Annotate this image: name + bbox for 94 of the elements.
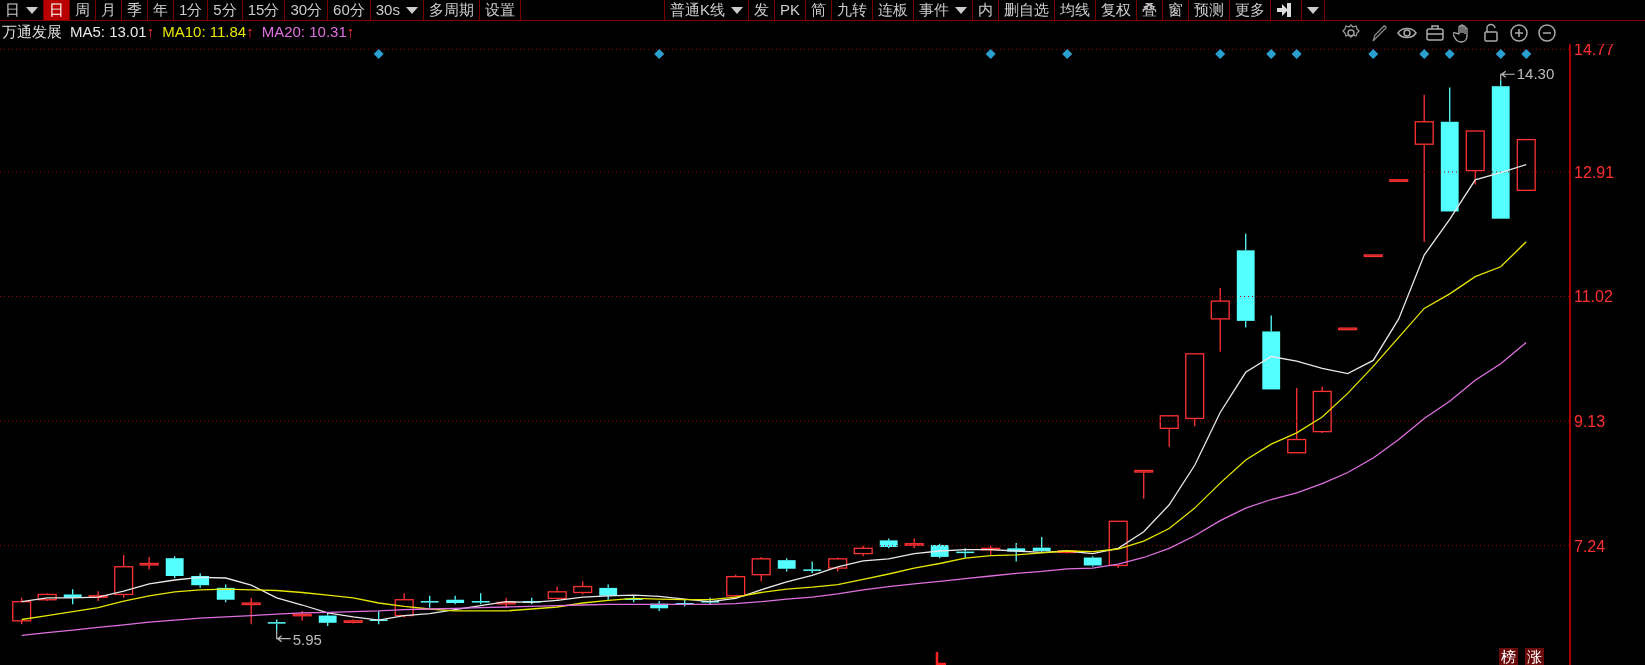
indicator-value: : 10.31 <box>300 22 347 43</box>
stock-name: 万通发展 <box>2 22 62 43</box>
candlestick <box>751 556 771 582</box>
indicator-name: MA20 <box>261 22 301 43</box>
candlestick <box>930 543 949 559</box>
event-marker-icon[interactable] <box>985 49 996 59</box>
event-marker-icon[interactable] <box>1266 49 1277 59</box>
candlestick <box>1465 130 1485 186</box>
candlestick <box>701 597 720 605</box>
candlestick <box>216 583 235 603</box>
candlestick <box>292 610 312 622</box>
zoom-out-icon[interactable] <box>1537 22 1557 43</box>
zoom-in-icon[interactable] <box>1509 22 1529 43</box>
lock-icon[interactable] <box>1481 22 1501 43</box>
candlestick <box>420 595 439 609</box>
price-annotation: 14.30 <box>1516 65 1555 83</box>
candlestick <box>369 610 388 625</box>
candlestick <box>1210 287 1230 353</box>
candlestick <box>471 592 490 605</box>
tag-label[interactable]: 榜 <box>1499 648 1518 665</box>
arrow-icon: ↑ <box>346 21 355 44</box>
candlestick <box>165 555 184 579</box>
candlestick <box>139 556 159 571</box>
event-marker-icon[interactable] <box>1215 49 1226 59</box>
event-marker-icon[interactable] <box>1291 49 1302 59</box>
event-marker-icon[interactable] <box>1062 49 1073 59</box>
axis-label: 9.13 <box>1574 413 1606 431</box>
indicator-value: : 13.01 <box>100 22 147 43</box>
corner-mark-icon <box>935 652 946 665</box>
candlestick <box>1159 415 1179 448</box>
candlestick <box>1083 555 1102 568</box>
axis-label: 7.24 <box>1574 537 1606 555</box>
candlestick <box>1108 520 1128 569</box>
leader-line <box>1500 70 1516 81</box>
indicator-value: : 11.84 <box>201 22 247 43</box>
candlestick <box>522 597 541 605</box>
candlestick <box>1057 549 1077 555</box>
candlestick <box>446 595 465 605</box>
event-marker-icon[interactable] <box>1521 49 1532 59</box>
candlestick <box>879 537 898 549</box>
candlestick <box>1389 179 1409 182</box>
candlestick <box>1516 138 1536 191</box>
event-marker-icon[interactable] <box>373 49 384 59</box>
toolbox-icon[interactable] <box>1425 22 1445 43</box>
candlestick <box>1007 542 1026 563</box>
indicator-name: MA5 <box>70 22 101 43</box>
event-marker-icon[interactable] <box>1419 49 1430 59</box>
event-marker-icon[interactable] <box>1368 49 1379 59</box>
candlestick <box>267 618 286 632</box>
candlestick <box>191 572 210 589</box>
candlestick <box>777 557 796 573</box>
candlestick <box>675 599 694 607</box>
candlestick <box>343 618 363 625</box>
candlestick <box>1032 536 1051 553</box>
arrow-icon: ↑ <box>246 21 254 44</box>
candlestick <box>853 545 873 557</box>
candlestick <box>394 592 414 619</box>
candlestick <box>318 612 337 627</box>
candlestick <box>726 574 746 599</box>
candlestick <box>12 597 32 625</box>
event-marker-icon[interactable] <box>1444 49 1455 59</box>
candlestick <box>981 545 1001 556</box>
candlestick <box>241 597 261 625</box>
candlestick <box>496 597 516 609</box>
price-annotation: 5.95 <box>292 630 322 648</box>
candlestick <box>37 592 57 602</box>
indicator-name: MA10 <box>162 22 202 43</box>
candlestick <box>956 547 975 559</box>
tag-label[interactable]: 涨 <box>1525 648 1544 665</box>
candlestick <box>1338 327 1358 331</box>
candlestick <box>1312 386 1332 434</box>
candlestick <box>828 556 848 573</box>
event-marker-icon[interactable] <box>654 49 665 59</box>
candlestick <box>803 560 822 574</box>
event-marker-icon[interactable] <box>1495 49 1506 59</box>
candlestick <box>650 600 669 612</box>
candlestick <box>88 590 108 602</box>
pen-icon[interactable] <box>1369 22 1389 43</box>
axis-label: 11.02 <box>1574 288 1613 306</box>
candlestick <box>599 583 618 601</box>
tab[interactable]: 日 <box>44 0 70 20</box>
candlestick <box>1134 469 1154 500</box>
arrow-icon: ↑ <box>146 21 155 44</box>
candlestick <box>1287 387 1307 454</box>
candlestick <box>547 585 567 602</box>
candlestick <box>904 537 924 549</box>
axis-label: 12.91 <box>1574 163 1615 181</box>
candlestick <box>573 580 593 596</box>
axis-label: 14.77 <box>1574 44 1615 59</box>
candlestick <box>114 554 134 599</box>
leader-line <box>276 630 292 643</box>
candlestick <box>63 588 82 605</box>
caret-icon <box>1306 6 1319 14</box>
candlestick <box>1363 254 1383 258</box>
